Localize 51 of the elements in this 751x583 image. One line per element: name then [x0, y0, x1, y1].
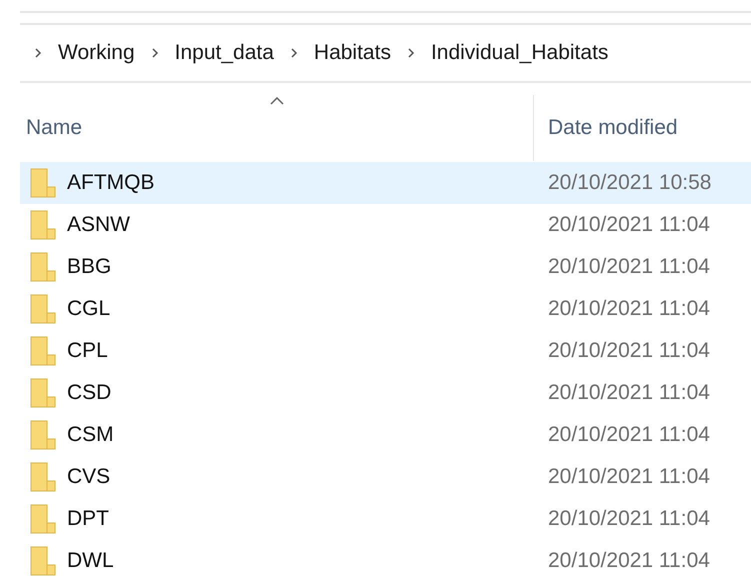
chevron-icon — [34, 47, 42, 59]
date-modified: 20/10/2021 11:04 — [548, 212, 710, 238]
breadcrumb-item[interactable]: Working — [58, 37, 135, 69]
file-name: CVS — [67, 464, 110, 490]
sort-up-icon — [270, 97, 284, 105]
file-name: ASNW — [67, 212, 130, 238]
date-modified: 20/10/2021 11:04 — [548, 548, 710, 574]
file-row[interactable]: AFTMQB 20/10/2021 10:58 — [20, 162, 751, 204]
column-header[interactable]: Date modified — [534, 95, 751, 161]
chevron-icon — [406, 47, 415, 59]
file-name: CSD — [67, 380, 112, 406]
file-row[interactable]: DPT 20/10/2021 11:04 — [20, 498, 751, 540]
date-modified: 20/10/2021 11:04 — [548, 422, 710, 448]
file-row[interactable]: CSM 20/10/2021 11:04 — [20, 414, 751, 456]
file-row[interactable]: DWL 20/10/2021 11:04 — [20, 540, 751, 582]
date-modified: 20/10/2021 11:04 — [548, 380, 710, 406]
folder-icon — [30, 167, 56, 199]
file-name: BBG — [67, 254, 112, 280]
file-name: DPT — [67, 506, 109, 532]
folder-icon — [30, 419, 56, 451]
file-row[interactable]: CVS 20/10/2021 11:04 — [20, 456, 751, 498]
breadcrumb-item[interactable]: Individual_Habitats — [430, 37, 608, 69]
file-name: CSM — [67, 422, 114, 448]
chevron-icon — [290, 47, 298, 59]
file-row[interactable]: CSD 20/10/2021 11:04 — [20, 372, 751, 414]
breadcrumb-item[interactable]: Input_data — [174, 37, 274, 69]
folder-icon — [30, 335, 56, 367]
folder-icon — [30, 545, 56, 577]
file-row[interactable]: BBG 20/10/2021 11:04 — [20, 246, 751, 288]
date-modified: 20/10/2021 11:04 — [548, 506, 710, 532]
folder-icon — [30, 209, 56, 241]
date-modified: 20/10/2021 11:04 — [548, 338, 710, 364]
folder-icon — [30, 293, 56, 325]
folder-icon — [30, 503, 56, 535]
file-name: CPL — [67, 338, 108, 364]
file-row[interactable]: CGL 20/10/2021 11:04 — [20, 288, 751, 330]
folder-icon — [30, 461, 56, 493]
file-row[interactable]: CPL 20/10/2021 11:04 — [20, 330, 751, 372]
date-modified: 20/10/2021 11:04 — [548, 464, 710, 490]
file-row[interactable]: ASNW 20/10/2021 11:04 — [20, 204, 751, 246]
file-name: AFTMQB — [67, 170, 154, 196]
date-modified: 20/10/2021 11:04 — [548, 254, 710, 280]
folder-icon — [30, 251, 56, 283]
date-modified: 20/10/2021 10:58 — [548, 170, 712, 196]
breadcrumb-item[interactable]: Habitats — [314, 37, 391, 69]
file-name: CGL — [67, 296, 110, 322]
chevron-icon — [150, 47, 159, 59]
date-modified: 20/10/2021 11:04 — [548, 296, 710, 322]
folder-icon — [30, 377, 56, 409]
column-header[interactable]: Name — [20, 95, 534, 161]
file-name: DWL — [67, 548, 114, 574]
